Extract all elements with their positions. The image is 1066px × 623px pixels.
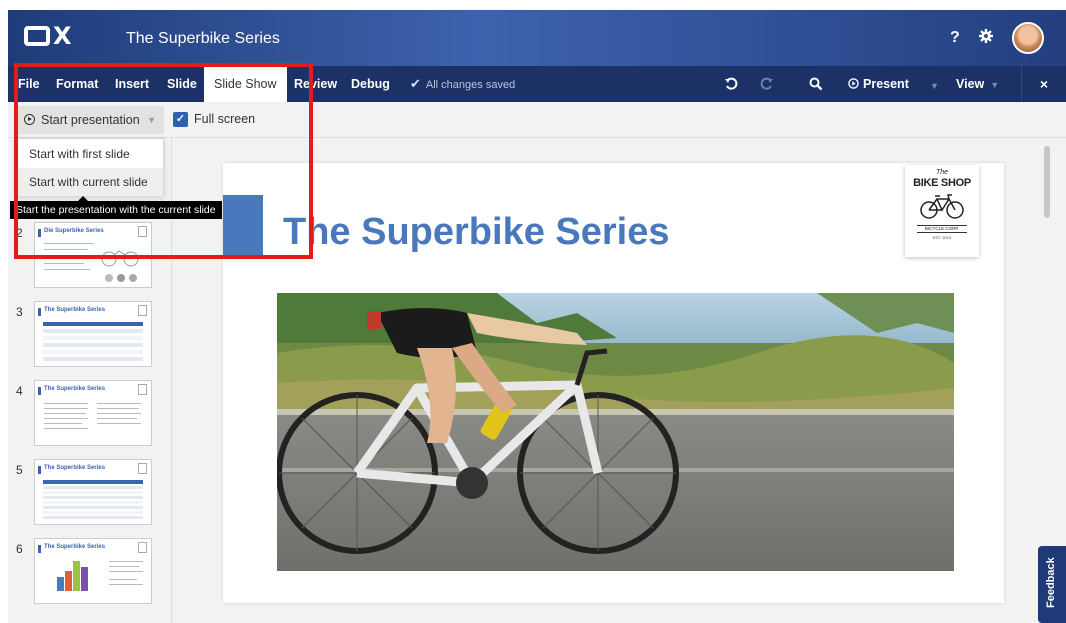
avatar[interactable] bbox=[1012, 22, 1044, 54]
feedback-button[interactable]: Feedback bbox=[1038, 546, 1066, 623]
present-button[interactable]: Present bbox=[848, 66, 909, 102]
document-title: The Superbike Series bbox=[126, 30, 280, 47]
thumbnail-title: The Superbike Series bbox=[44, 307, 106, 313]
logo-the-text: The bbox=[935, 169, 949, 176]
slide-number: 5 bbox=[16, 463, 23, 477]
view-label: View bbox=[956, 77, 985, 91]
cyclist-photo[interactable] bbox=[277, 293, 954, 571]
undo-icon[interactable] bbox=[724, 66, 738, 102]
tab-debug[interactable]: Debug bbox=[341, 66, 400, 102]
highlight-box bbox=[14, 63, 313, 259]
chevron-down-icon: ▼ bbox=[990, 80, 1000, 90]
thumbnail-title: The Superbike Series bbox=[44, 544, 106, 550]
slide-number: 6 bbox=[16, 542, 23, 556]
save-status: ✔ All changes saved bbox=[410, 66, 515, 103]
close-button[interactable]: × bbox=[1022, 66, 1066, 102]
present-dropdown-caret[interactable]: ▼ bbox=[924, 66, 939, 102]
present-label: Present bbox=[863, 77, 909, 91]
slide-thumbnail-6[interactable]: The Superbike Series bbox=[34, 538, 152, 604]
thumbnail-title: The Superbike Series bbox=[44, 465, 106, 471]
logo-est-text: EST. 2013 bbox=[932, 235, 952, 240]
chevron-down-icon: ▼ bbox=[930, 81, 939, 91]
app-window: X The Superbike Series ? File Format Ins… bbox=[8, 10, 1066, 623]
slide-thumbnail-4[interactable]: The Superbike Series bbox=[34, 380, 152, 446]
bicycle-icon bbox=[920, 194, 964, 219]
search-icon[interactable] bbox=[809, 66, 823, 102]
gear-icon[interactable] bbox=[978, 28, 994, 50]
play-icon bbox=[848, 78, 859, 89]
ox-logo[interactable]: X bbox=[24, 24, 74, 48]
slide-title[interactable]: The Superbike Series bbox=[283, 211, 670, 254]
bike-shop-logo[interactable]: The BIKE SHOP BICYCLE CORP. EST. 2013 bbox=[905, 165, 979, 257]
thumbnail-title: The Superbike Series bbox=[44, 386, 106, 392]
slide-thumbnail-3[interactable]: The Superbike Series bbox=[34, 301, 152, 367]
scrollbar-thumb[interactable] bbox=[1044, 146, 1050, 218]
current-slide[interactable]: The Superbike Series The BIKE SHOP BICYC… bbox=[223, 163, 1004, 603]
checkmark-icon: ✔ bbox=[410, 76, 421, 91]
redo-icon[interactable] bbox=[760, 66, 774, 102]
slide-number: 3 bbox=[16, 305, 23, 319]
slide-thumbnail-5[interactable]: The Superbike Series bbox=[34, 459, 152, 525]
logo-name-text: BIKE SHOP bbox=[913, 177, 971, 189]
slide-number: 4 bbox=[16, 384, 23, 398]
view-menu[interactable]: View ▼ bbox=[956, 66, 999, 102]
feedback-label: Feedback bbox=[1045, 557, 1057, 608]
save-status-text: All changes saved bbox=[425, 79, 516, 91]
top-header: X The Superbike Series ? bbox=[8, 10, 1066, 66]
logo-corp-text: BICYCLE CORP. bbox=[917, 225, 967, 233]
help-icon[interactable]: ? bbox=[950, 28, 960, 48]
